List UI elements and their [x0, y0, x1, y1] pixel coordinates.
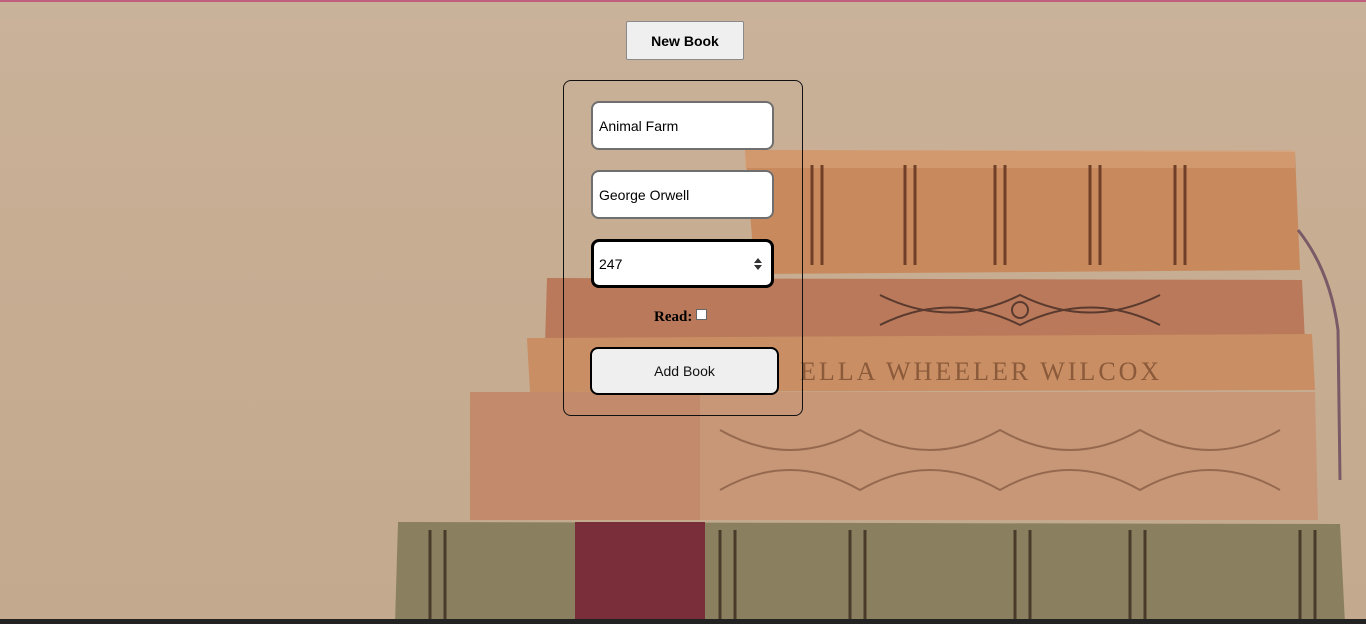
title-input[interactable]: [591, 101, 774, 150]
author-input[interactable]: [591, 170, 774, 219]
svg-text:ELLA WHEELER WILCOX: ELLA WHEELER WILCOX: [800, 357, 1162, 386]
read-checkbox[interactable]: [696, 309, 708, 320]
read-label: Read:: [654, 308, 693, 325]
pages-input[interactable]: [591, 239, 774, 288]
number-spinner-icon[interactable]: [753, 257, 763, 271]
add-book-button[interactable]: Add Book: [590, 347, 779, 395]
add-book-form: Read: Add Book: [563, 80, 803, 416]
read-row: Read:: [654, 307, 708, 327]
book-bottom: [395, 522, 1345, 624]
new-book-button[interactable]: New Book: [626, 21, 744, 60]
bottom-bar: [0, 619, 1366, 624]
